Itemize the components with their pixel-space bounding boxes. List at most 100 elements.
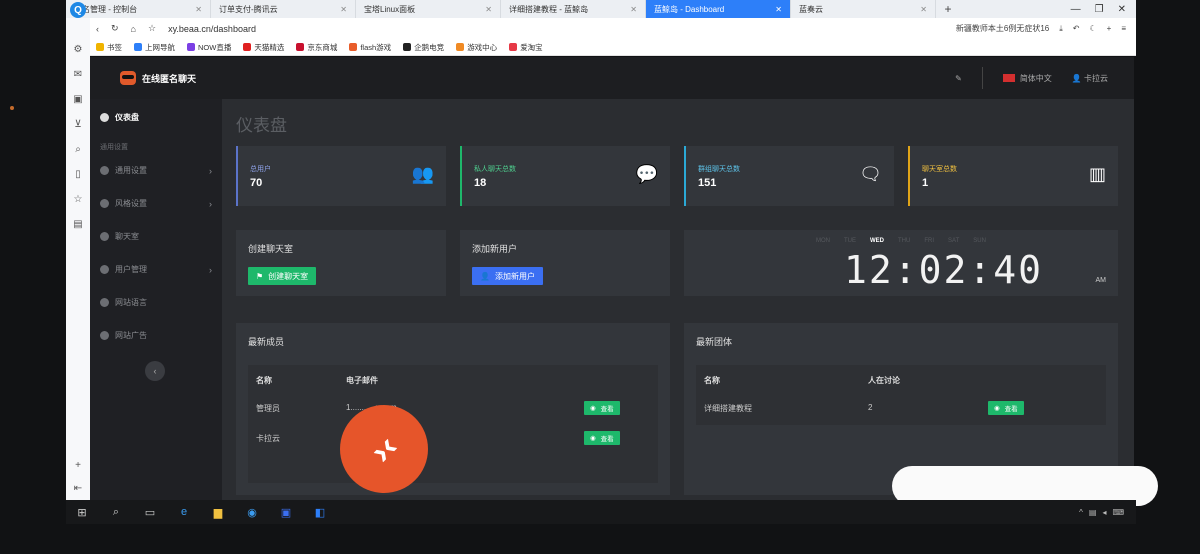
create-room-button[interactable]: ⚑ 创建聊天室: [248, 267, 317, 285]
user-menu[interactable]: 👤 卡拉云: [1072, 73, 1108, 84]
browser-tab[interactable]: 宝塔Linux面板 ✕: [356, 0, 501, 18]
bookmark-item[interactable]: 上网导航: [134, 42, 175, 53]
news-ticker[interactable]: 新疆教师本土6例无症状16: [956, 23, 1049, 34]
bookmark-label: 上网导航: [145, 42, 175, 52]
clock-days: MON TUE WED THU FRI SAT SUN: [816, 238, 986, 244]
view-button[interactable]: ◉ 查看: [988, 401, 1024, 415]
close-icon[interactable]: ✕: [920, 5, 927, 14]
volume-icon[interactable]: ◂: [1102, 508, 1106, 517]
remote-desktop-icon: [340, 405, 428, 493]
home-icon[interactable]: ⌂: [131, 24, 136, 34]
close-window-icon[interactable]: ✕: [1118, 4, 1126, 15]
close-icon[interactable]: ✕: [195, 5, 202, 14]
close-icon[interactable]: ✕: [775, 5, 782, 14]
browser-tab[interactable]: 订单支付-腾讯云 ✕: [211, 0, 356, 18]
back-icon[interactable]: ‹: [96, 24, 99, 34]
bookmark-item[interactable]: 书签: [96, 42, 122, 53]
button-label: 查看: [600, 406, 614, 413]
browser-icon[interactable]: ◉: [244, 504, 260, 520]
app-icon[interactable]: ▣: [278, 504, 294, 520]
start-icon[interactable]: ⊞: [74, 504, 90, 520]
language-selector[interactable]: 简体中文: [1002, 73, 1052, 84]
sidebar-collapse-button[interactable]: ‹: [145, 361, 165, 381]
view-button[interactable]: ◉ 查看: [584, 431, 620, 445]
edit-icon[interactable]: ✎: [955, 74, 962, 83]
close-icon[interactable]: ✕: [485, 5, 492, 14]
brand[interactable]: 在线匿名聊天: [90, 71, 222, 85]
stat-value: 70: [250, 177, 263, 189]
palette-icon: [100, 199, 109, 208]
add-icon[interactable]: +: [75, 460, 81, 471]
sidebar-item-chatroom[interactable]: 聊天室: [90, 220, 222, 253]
night-mode-icon[interactable]: ☾: [1089, 24, 1096, 33]
url-field[interactable]: xy.beaa.cn/dashboard: [168, 24, 256, 34]
chevron-up-icon[interactable]: ^: [1079, 508, 1083, 517]
bookmark-item[interactable]: 企鹅电竞: [403, 42, 444, 53]
view-button[interactable]: ◉ 查看: [584, 401, 620, 415]
clock-time: 12:02:40: [844, 248, 1044, 292]
clock-day: SAT: [948, 238, 960, 244]
button-label: 添加新用户: [494, 271, 535, 281]
keyboard-icon[interactable]: ⌨: [1112, 508, 1124, 517]
bookmark-label: 爱淘宝: [520, 42, 543, 52]
message-icon[interactable]: ✉: [74, 69, 82, 80]
browser-tab-active[interactable]: 蓝鲸岛 - Dashboard ✕: [646, 0, 791, 18]
close-icon[interactable]: ✕: [630, 5, 637, 14]
favorite-icon[interactable]: ☆: [74, 194, 83, 205]
network-icon[interactable]: ▤: [1089, 508, 1097, 517]
add-icon[interactable]: +: [1107, 24, 1112, 33]
download-icon[interactable]: ⤓: [1059, 24, 1063, 34]
sidebar-item-users[interactable]: 用户管理 ›: [90, 253, 222, 286]
sidebar-item-ads[interactable]: 网站广告: [90, 319, 222, 352]
apps-icon[interactable]: ⚙: [74, 44, 83, 55]
bookmark-item[interactable]: 爱淘宝: [509, 42, 543, 53]
bookmark-item[interactable]: 游戏中心: [456, 42, 497, 53]
search-icon[interactable]: ⌕: [75, 144, 81, 155]
users-icon: 👥: [411, 164, 434, 184]
chats-icon: 🗨: [859, 164, 882, 184]
add-user-button[interactable]: 👤 添加新用户: [472, 267, 543, 285]
flag-icon: ⚑: [256, 271, 264, 281]
task-view-icon[interactable]: ▭: [142, 504, 158, 520]
chevron-right-icon: ›: [209, 264, 212, 275]
group-count: 2: [868, 403, 873, 412]
collapse-rail-icon[interactable]: ⇤: [74, 483, 82, 494]
button-label: 查看: [1004, 406, 1018, 413]
reload-icon[interactable]: ↻: [111, 23, 119, 34]
sidebar-item-dashboard[interactable]: 仪表盘: [90, 101, 222, 134]
bookmark-item[interactable]: 天猫精选: [243, 42, 284, 53]
address-bar: ‹ ↻ ⌂ ☆ xy.beaa.cn/dashboard 新疆教师本土6例无症状…: [66, 18, 1136, 39]
card-title: 最新成员: [248, 337, 285, 347]
browser-tab[interactable]: 蓝奏云 ✕: [791, 0, 936, 18]
close-icon[interactable]: ✕: [340, 5, 347, 14]
maximize-icon[interactable]: ❐: [1095, 4, 1104, 15]
tab-label: 详细搭建教程 - 蓝鲸岛: [509, 4, 589, 14]
stat-card-rooms: 聊天室总数 1 ▥: [908, 146, 1118, 206]
minimize-icon[interactable]: —: [1071, 4, 1081, 15]
stat-label: 群组聊天总数: [698, 166, 740, 173]
notes-icon[interactable]: ▤: [73, 219, 82, 230]
undo-icon[interactable]: ↶: [1073, 24, 1080, 33]
bookmark-item[interactable]: 京东商城: [296, 42, 337, 53]
new-tab-icon[interactable]: +: [936, 2, 960, 16]
book-icon[interactable]: ▯: [75, 169, 81, 180]
table-header: 名称: [256, 376, 272, 385]
star-icon[interactable]: ☆: [148, 23, 156, 34]
bookmark-item[interactable]: NOW直播: [187, 42, 231, 53]
browser-left-rail: Q ⚙ ✉ ▣ ⊻ ⌕ ▯ ☆ ▤ + ⇤: [66, 2, 90, 500]
cart-icon[interactable]: ⊻: [74, 119, 81, 130]
video-icon[interactable]: ▣: [73, 94, 82, 105]
search-icon[interactable]: ⌕: [108, 504, 124, 520]
bookmark-item[interactable]: flash游戏: [349, 42, 391, 53]
sidebar-item-general[interactable]: 通用设置 ›: [90, 154, 222, 187]
edge-icon[interactable]: e: [176, 504, 192, 520]
browser-tab[interactable]: 域名管理 - 控制台 ✕: [66, 0, 211, 18]
app-icon[interactable]: ◧: [312, 504, 328, 520]
stat-label: 总用户: [250, 166, 271, 173]
sidebar-item-style[interactable]: 风格设置 ›: [90, 187, 222, 220]
file-explorer-icon[interactable]: ▆: [210, 504, 226, 520]
menu-icon[interactable]: ≡: [1121, 24, 1126, 33]
window-controls: — ❐ ✕: [1071, 4, 1136, 15]
browser-tab[interactable]: 详细搭建教程 - 蓝鲸岛 ✕: [501, 0, 646, 18]
sidebar-item-language[interactable]: 网站语言: [90, 286, 222, 319]
